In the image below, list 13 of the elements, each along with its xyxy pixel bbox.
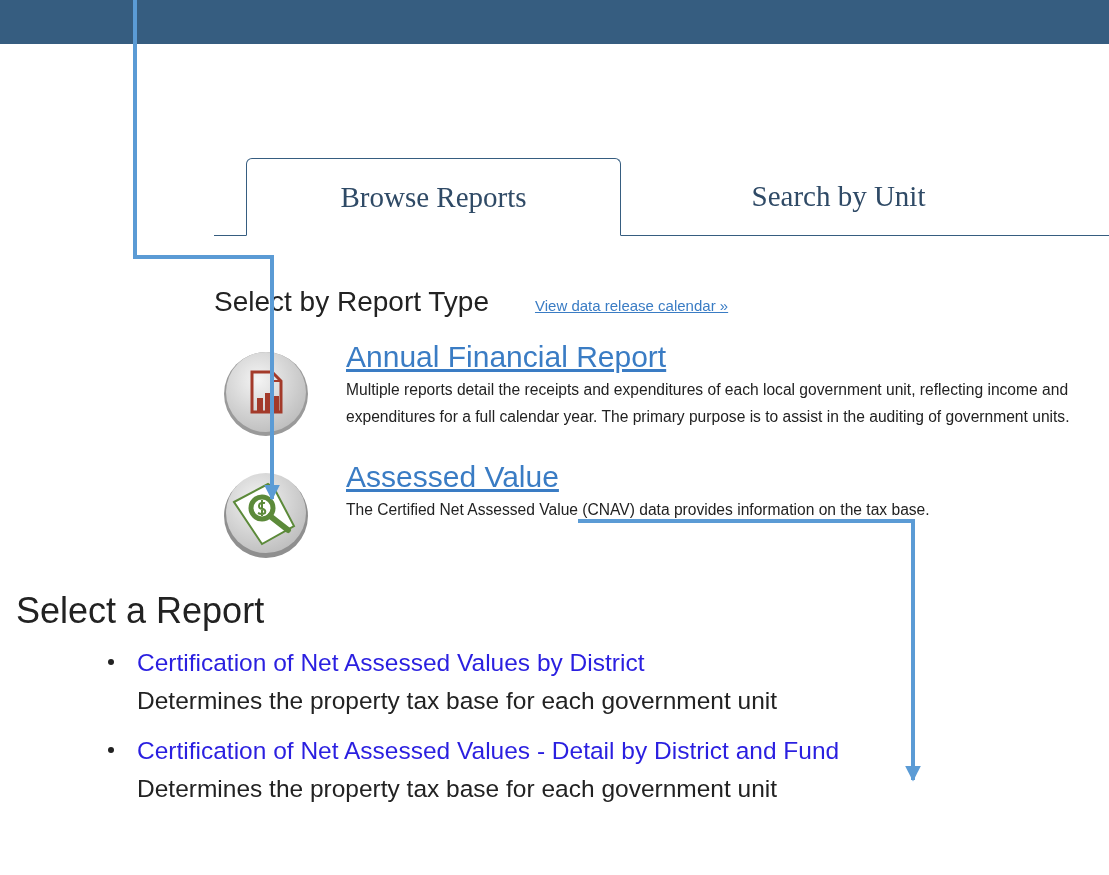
report-link[interactable]: Certification of Net Assessed Values by District (137, 644, 778, 682)
report-type-description: The Certified Net Assessed Value (CNAV) data provides information on the tax base. (346, 500, 931, 520)
calendar-link[interactable]: View data release calendar » (534, 297, 729, 314)
report-description: Determines the property tax base for each government unit (137, 774, 779, 804)
bullet-icon (108, 659, 114, 665)
bullet-icon (108, 747, 114, 753)
report-type-link[interactable]: Annual Financial Report (346, 340, 667, 374)
tab[interactable]: Browse Reports (246, 158, 621, 236)
report-type-description: Multiple reports detail the receipts and expenditures of each local government unit, reflecting income and expenditures for a full calendar year. The primary purpose is to assist in the auditing of government units. (346, 380, 1071, 427)
report-type-link[interactable]: Assessed Value (346, 460, 559, 494)
report-description: Determines the property tax base for each government unit (137, 686, 778, 716)
section-heading: Select a Report (16, 590, 266, 632)
report-link[interactable]: Certification of Net Assessed Values - Detail by District and Fund (137, 732, 840, 770)
